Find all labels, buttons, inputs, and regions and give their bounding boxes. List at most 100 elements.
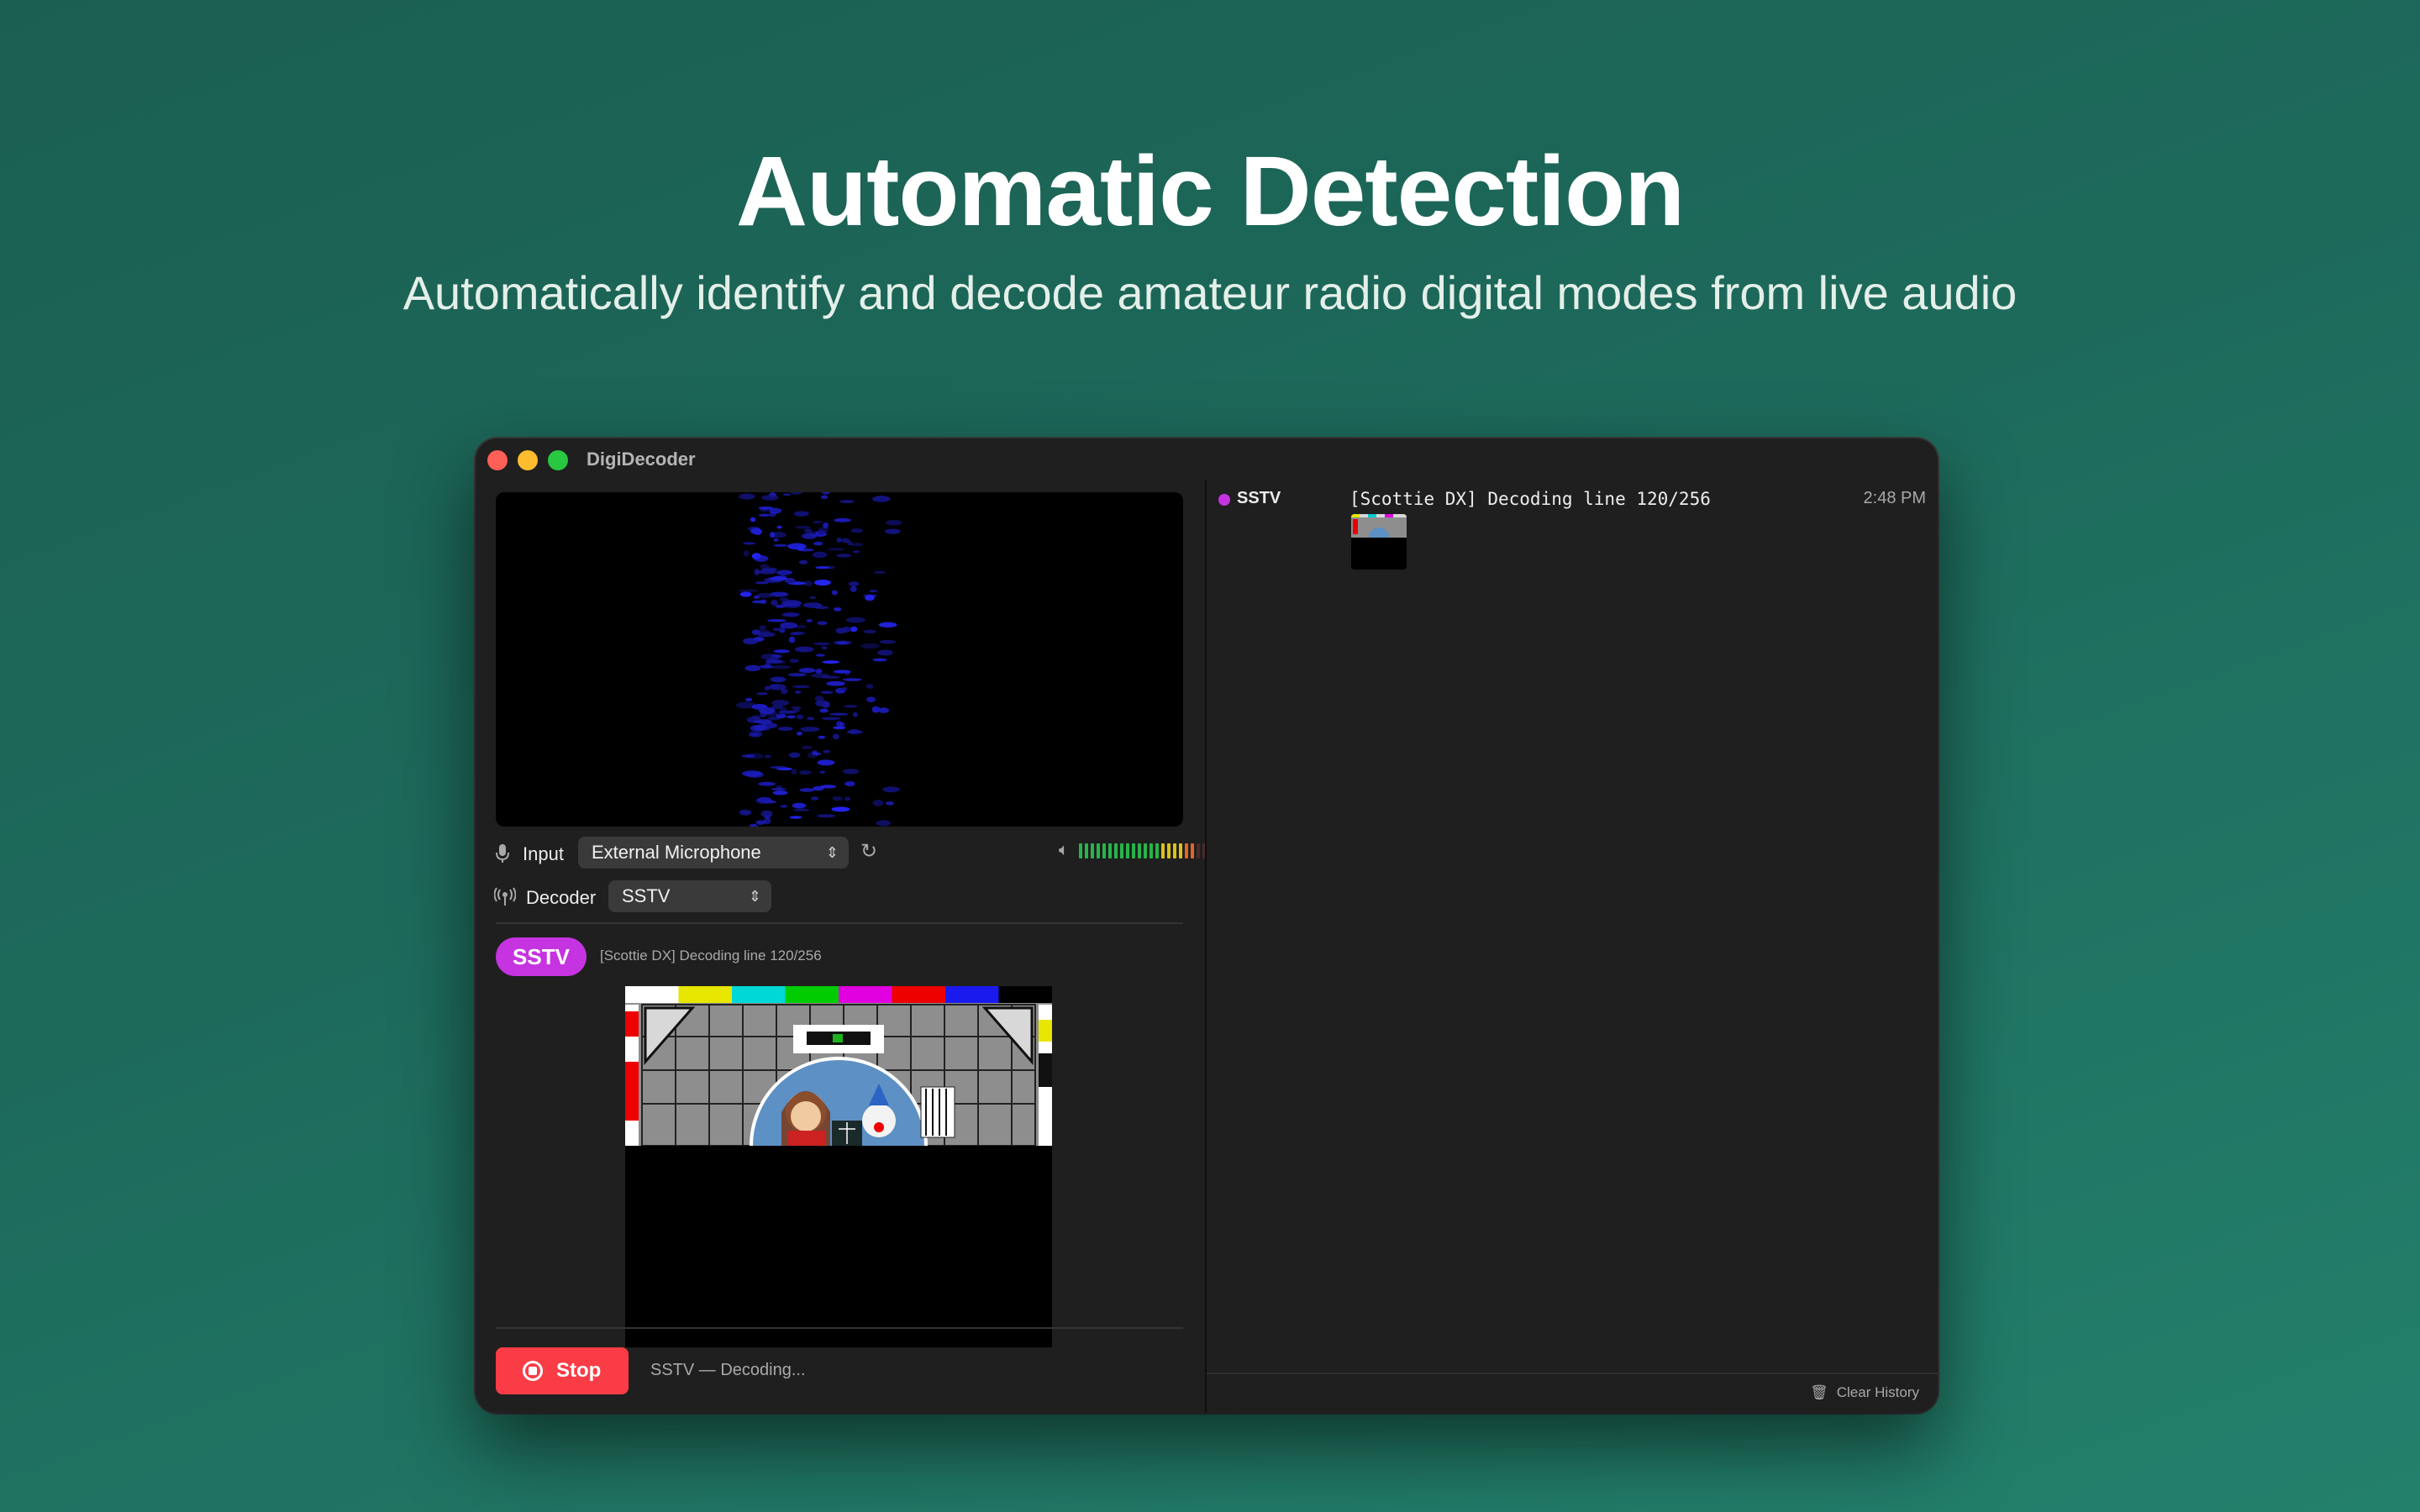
hero-title: Automatic Detection [735,136,1685,247]
waterfall-speckle [832,733,839,740]
select-chevron-icon: ⇕ [825,844,839,861]
test-card-color-bar [785,986,839,1003]
waterfall-speckle [771,600,778,606]
history-item-time: 2:48 PM [1863,489,1926,507]
stop-icon [523,1361,543,1381]
waterfall-speckle [776,713,786,719]
waterfall-speckle [815,566,830,570]
waterfall-speckle [789,632,801,636]
clear-history-button[interactable]: 🗑︎ Clear History [1810,1384,1919,1401]
waterfall-speckle [750,732,760,737]
test-card-color-bar [839,986,893,1003]
waterfall-speckle [752,600,765,604]
level-meter-segment [1150,843,1153,858]
waterfall-speckle [817,759,835,766]
waterfall-speckle [758,781,776,786]
input-device-select[interactable]: External Microphone ⇕ [578,837,849,869]
waterfall-speckle [786,715,797,719]
waterfall-speckle [879,639,896,644]
waterfall-speckle [818,735,826,739]
waterfall-speckle [836,537,842,543]
waterfall-speckle [836,554,852,558]
waterfall-speckle [844,780,855,787]
waterfall-speckle [770,532,776,538]
stop-button-label: Stop [556,1359,602,1382]
refresh-icon[interactable]: ↻ [860,842,877,862]
zoom-window-button[interactable] [548,450,568,470]
waterfall-speckle [792,808,810,811]
waterfall-speckle [749,823,758,827]
waterfall-speckle [760,810,773,817]
waterfall-speckle [850,585,857,592]
waterfall-speckle [799,770,812,775]
waterfall-speckle [817,621,828,626]
decoder-label: Decoder [526,887,597,908]
waterfall-speckle [788,636,796,643]
hero-subtitle: Automatically identify and decode amateu… [402,266,2018,319]
waterfall-speckle [780,805,788,808]
decoder-select[interactable]: SSTV ⇕ [608,880,771,912]
level-meter-segment [1197,843,1200,858]
waterfall-speckle [792,802,807,809]
waterfall-speckle [812,551,828,559]
window-title: DigiDecoder [587,449,696,470]
history-item-thumbnail[interactable] [1351,514,1407,570]
waterfall-speckle [803,528,813,533]
level-meter-segment [1161,843,1165,858]
waterfall-speckle [799,788,815,792]
waterfall-speckle [802,745,813,750]
waterfall-speckle [772,627,784,632]
waterfall-speckle [810,796,819,801]
level-meter-segment [1102,843,1106,858]
waterfall-speckle [865,684,874,689]
waterfall-speckle [788,752,801,759]
waterfall-speckle [850,528,863,533]
waterfall-speckle [814,606,829,610]
waterfall-speckle [818,770,826,774]
waterfall-speckle [761,727,771,731]
waterfall-speckle [878,622,897,628]
waterfall-speckle [756,592,773,598]
sstv-test-card-image [625,986,1053,1347]
waterfall-speckle [828,548,845,551]
trash-icon: 🗑︎ [1810,1384,1828,1400]
waterfall-speckle [842,769,860,774]
waterfall-speckle [833,669,851,674]
waterfall-speckle [814,701,821,704]
waterfall-speckle [860,643,880,649]
input-device-value: External Microphone [592,842,761,863]
waterfall-speckle [846,730,864,734]
waterfall-speckle [759,625,767,630]
waterfall-speckle [795,525,811,529]
waterfall-speckle [759,513,771,517]
waterfall-display [496,492,1183,827]
waterfall-speckle [771,654,783,659]
waterfall-speckle [776,785,783,789]
level-meter-segment [1185,843,1188,858]
waterfall-speckle [811,673,830,678]
speaker-icon: 🔈︎ [1059,841,1069,859]
waterfall-speckle [761,495,779,501]
minimize-window-button[interactable] [518,450,538,470]
close-window-button[interactable] [487,450,508,470]
waterfall-speckle [764,685,771,691]
waterfall-speckle [832,795,843,801]
waterfall-speckle [782,493,792,496]
waterfall-speckle [807,717,815,721]
waterfall-speckle [791,769,797,775]
waterfall-speckle [780,571,788,575]
waterfall-speckle [804,580,813,587]
waterfall-speckle [751,715,761,720]
waterfall-speckle [872,800,884,806]
waterfall-speckle [764,577,783,583]
waterfall-speckle [790,492,803,495]
stop-button[interactable]: Stop [496,1347,629,1394]
waterfall-speckle [813,541,823,546]
level-meter-segment [1167,843,1171,858]
level-meter-segment [1079,843,1082,858]
waterfall-speckle [770,676,786,683]
level-meter-segment [1179,843,1182,858]
test-card-color-bar [998,986,1053,1003]
waterfall-speckle [869,590,878,593]
waterfall-speckle [815,654,825,657]
